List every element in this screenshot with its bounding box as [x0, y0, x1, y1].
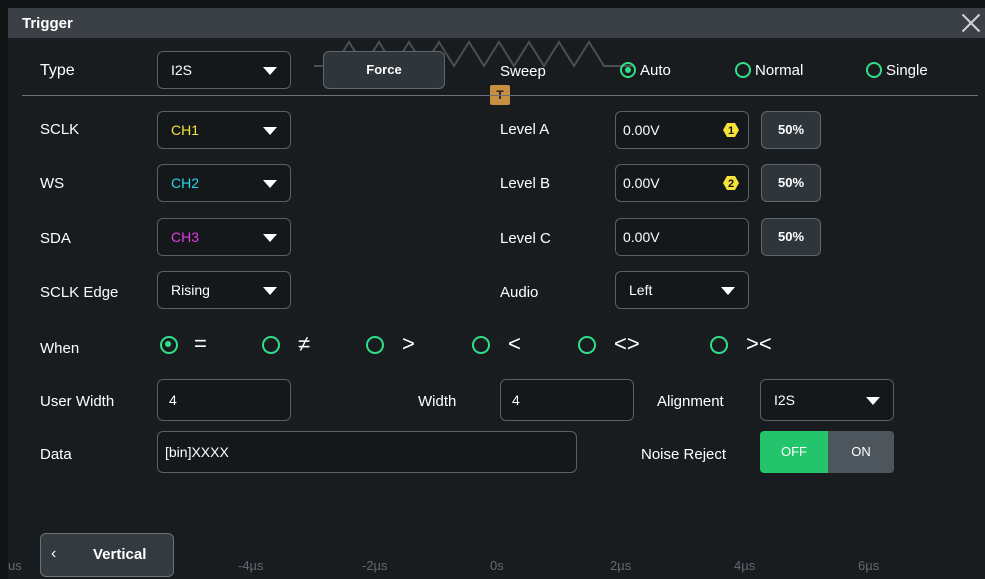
data-label: Data	[40, 446, 72, 463]
when-in-range-symbol[interactable]: <>	[614, 331, 640, 357]
level-b-label: Level B	[500, 175, 551, 192]
when-less-symbol[interactable]: <	[508, 331, 521, 357]
width-value: 4	[512, 392, 520, 408]
vertical-button-label: Vertical	[93, 546, 147, 563]
ws-dropdown[interactable]: CH2	[157, 164, 291, 202]
level-c-50-button[interactable]: 50%	[761, 218, 821, 256]
type-dropdown[interactable]: I2S	[157, 51, 291, 89]
level-b-value: 0.00V	[623, 175, 660, 191]
ws-label: WS	[40, 175, 65, 192]
time-tick: 0s	[490, 558, 504, 573]
user-width-label: User Width	[40, 393, 115, 410]
level-a-value: 0.00V	[623, 122, 660, 138]
time-tick: -4µs	[238, 558, 264, 573]
ws-value: CH2	[171, 175, 200, 191]
level-c-value: 0.00V	[623, 229, 660, 245]
when-equal-symbol[interactable]: =	[194, 331, 207, 357]
sda-label: SDA	[40, 230, 71, 247]
alignment-value: I2S	[774, 392, 796, 408]
section-divider	[22, 95, 978, 96]
channel-2-badge-icon: 2	[723, 176, 739, 190]
sclk-edge-label: SCLK Edge	[40, 284, 119, 301]
chevron-down-icon	[866, 397, 880, 405]
time-tick: 4µs	[734, 558, 756, 573]
when-not-equal-symbol[interactable]: ≠	[298, 331, 310, 357]
width-label: Width	[418, 393, 457, 410]
when-label: When	[40, 340, 80, 357]
audio-value: Left	[629, 282, 653, 298]
when-greater-symbol[interactable]: >	[402, 331, 415, 357]
chevron-down-icon	[721, 287, 735, 295]
svg-text:2: 2	[728, 178, 734, 190]
when-less-radio[interactable]	[472, 336, 490, 354]
sweep-single-radio[interactable]	[866, 62, 882, 78]
noise-reject-label: Noise Reject	[641, 446, 727, 463]
when-not-equal-radio[interactable]	[262, 336, 280, 354]
chevron-down-icon	[263, 287, 277, 295]
time-tick: us	[8, 558, 22, 573]
chevron-left-icon: ‹	[51, 545, 57, 562]
level-a-label: Level A	[500, 121, 550, 138]
sclk-dropdown[interactable]: CH1	[157, 111, 291, 149]
dialog-titlebar: Trigger	[8, 8, 985, 38]
sclk-edge-value: Rising	[171, 282, 210, 298]
time-tick: 6µs	[858, 558, 880, 573]
time-tick: 2µs	[610, 558, 632, 573]
when-out-range-symbol[interactable]: ><	[746, 331, 772, 357]
when-greater-radio[interactable]	[366, 336, 384, 354]
when-equal-radio[interactable]	[160, 336, 178, 354]
noise-reject-on-option[interactable]: ON	[828, 431, 894, 473]
type-value: I2S	[171, 62, 193, 78]
channel-1-badge-icon: 1	[723, 123, 739, 137]
level-a-50-button[interactable]: 50%	[761, 111, 821, 149]
sweep-auto-radio[interactable]	[620, 62, 636, 78]
level-c-label: Level C	[500, 230, 551, 247]
alignment-label: Alignment	[657, 393, 724, 410]
sclk-edge-dropdown[interactable]: Rising	[157, 271, 291, 309]
level-c-field[interactable]: 0.00V	[615, 218, 749, 256]
chevron-down-icon	[263, 180, 277, 188]
when-out-range-radio[interactable]	[710, 336, 728, 354]
level-a-field[interactable]: 0.00V 1	[615, 111, 749, 149]
sda-dropdown[interactable]: CH3	[157, 218, 291, 256]
close-icon[interactable]	[959, 11, 983, 35]
chevron-down-icon	[263, 234, 277, 242]
sclk-value: CH1	[171, 122, 200, 138]
chevron-down-icon	[263, 127, 277, 135]
vertical-menu-button[interactable]: ‹ Vertical	[40, 533, 174, 577]
audio-dropdown[interactable]: Left	[615, 271, 749, 309]
time-tick: -2µs	[362, 558, 388, 573]
user-width-field[interactable]: 4	[157, 379, 291, 421]
sweep-normal-label[interactable]: Normal	[755, 62, 803, 79]
type-label: Type	[40, 62, 75, 79]
sweep-auto-label[interactable]: Auto	[640, 62, 671, 79]
alignment-dropdown[interactable]: I2S	[760, 379, 894, 421]
audio-label: Audio	[500, 284, 539, 301]
chevron-down-icon	[263, 67, 277, 75]
width-field[interactable]: 4	[500, 379, 634, 421]
sweep-single-label[interactable]: Single	[886, 62, 928, 79]
svg-text:1: 1	[728, 125, 734, 137]
user-width-value: 4	[169, 392, 177, 408]
data-field[interactable]: [bin]XXXX	[157, 431, 577, 473]
when-in-range-radio[interactable]	[578, 336, 596, 354]
sclk-label: SCLK	[40, 121, 80, 138]
noise-reject-toggle[interactable]: OFF ON	[760, 431, 894, 473]
sweep-label: Sweep	[500, 63, 546, 80]
dialog-title: Trigger	[22, 15, 73, 32]
noise-reject-off-option[interactable]: OFF	[760, 431, 828, 473]
force-button[interactable]: Force	[323, 51, 445, 89]
level-b-field[interactable]: 0.00V 2	[615, 164, 749, 202]
sweep-normal-radio[interactable]	[735, 62, 751, 78]
data-value: [bin]XXXX	[165, 444, 229, 460]
level-b-50-button[interactable]: 50%	[761, 164, 821, 202]
sda-value: CH3	[171, 229, 200, 245]
